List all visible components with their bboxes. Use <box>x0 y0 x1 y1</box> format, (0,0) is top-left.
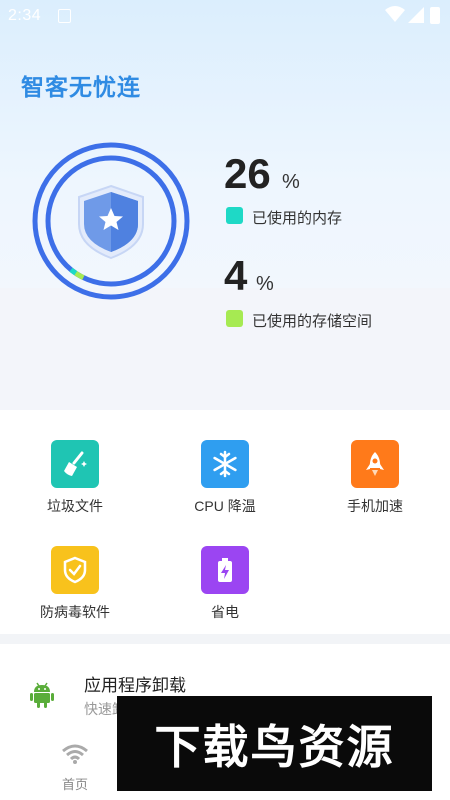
app-title: 智客无忧连 <box>21 74 141 100</box>
snowflake-icon <box>201 440 249 488</box>
status-bar: 2:34 <box>0 0 450 32</box>
memory-legend-swatch <box>226 207 243 224</box>
tool-label: 防病毒软件 <box>40 604 110 620</box>
broom-icon <box>51 440 99 488</box>
storage-legend-swatch <box>226 310 243 327</box>
shield-star-icon <box>78 184 144 260</box>
usage-ring <box>32 142 190 300</box>
tool-cpu-cooling[interactable]: CPU 降温 <box>150 440 300 516</box>
watermark-text: 下载鸟资源 <box>154 719 395 774</box>
wifi-status-icon <box>385 6 405 22</box>
watermark-overlay: 下载鸟资源 <box>117 696 432 791</box>
tool-junk-files[interactable]: 垃圾文件 <box>0 440 150 516</box>
notification-icon <box>58 9 71 23</box>
battery-icon <box>201 546 249 594</box>
tool-label: 手机加速 <box>347 498 403 514</box>
android-icon <box>30 682 54 708</box>
tool-phone-boost[interactable]: 手机加速 <box>300 440 450 516</box>
memory-legend-label: 已使用的内存 <box>252 210 343 227</box>
memory-percent-value: 26 <box>224 150 271 197</box>
battery-status-icon <box>430 7 440 24</box>
hero-lower-band <box>0 288 450 410</box>
app-uninstall-title: 应用程序卸载 <box>84 676 186 695</box>
memory-percent-unit: % <box>282 171 300 193</box>
wifi-icon <box>62 744 88 764</box>
tool-label: 垃圾文件 <box>47 498 103 514</box>
tool-antivirus[interactable]: 防病毒软件 <box>0 546 150 622</box>
storage-percent-value: 4 <box>224 252 248 299</box>
storage-percent-unit: % <box>256 273 274 295</box>
tool-label: 省电 <box>211 604 239 620</box>
storage-legend-label: 已使用的存储空间 <box>252 313 373 330</box>
tool-label: CPU 降温 <box>194 498 256 514</box>
tool-power-saving[interactable]: 省电 <box>150 546 300 622</box>
rocket-icon <box>351 440 399 488</box>
status-time: 2:34 <box>8 7 42 24</box>
shield-check-icon <box>51 546 99 594</box>
signal-icon <box>408 7 424 23</box>
